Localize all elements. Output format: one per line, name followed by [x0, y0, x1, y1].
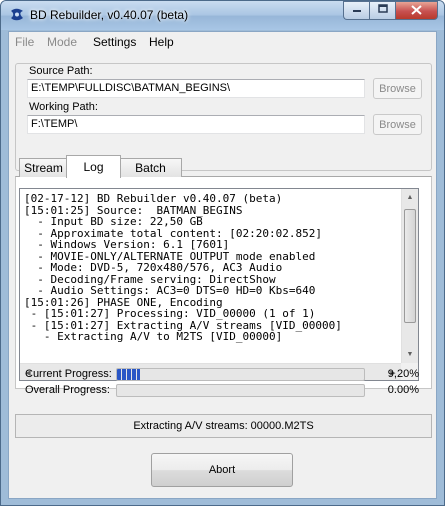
tab-log[interactable]: Log [66, 155, 121, 178]
log-line: - Audio Settings: AC3=0 DTS=0 HD=0 Kbs=6… [24, 284, 316, 297]
overall-progress-bar [116, 384, 365, 397]
window-title: BD Rebuilder, v0.40.07 (beta) [30, 8, 189, 22]
log-line: - Windows Version: 6.1 [7601] [24, 238, 230, 251]
close-button[interactable] [395, 1, 438, 20]
close-icon [411, 4, 422, 18]
working-path-label: Working Path: [29, 101, 98, 113]
status-text: Extracting A/V streams: 00000.M2TS [133, 420, 314, 432]
client-area: File Mode Settings Help Source Path: E:\… [8, 31, 437, 499]
log-line: - [15:01:27] Processing: VID_00000 (1 of… [24, 307, 316, 320]
minimize-button[interactable] [343, 1, 369, 20]
maximize-button[interactable] [369, 1, 395, 20]
app-window: BD Rebuilder, v0.40.07 (beta) File Mode … [0, 0, 445, 506]
menu-mode[interactable]: Mode [47, 35, 77, 49]
overall-progress-label: Overall Progress: [25, 384, 110, 396]
tab-batch[interactable]: Batch [119, 158, 182, 177]
menu-file[interactable]: File [15, 35, 34, 49]
working-browse-button[interactable]: Browse [373, 114, 422, 135]
title-bar[interactable]: BD Rebuilder, v0.40.07 (beta) [1, 1, 444, 30]
log-content: [02-17-12] BD Rebuilder v0.40.07 (beta)[… [24, 193, 400, 363]
menu-bar: File Mode Settings Help [9, 32, 436, 52]
tab-stream[interactable]: Stream [19, 158, 68, 177]
current-progress-bar [116, 368, 365, 381]
minimize-icon [352, 4, 362, 17]
menu-settings[interactable]: Settings [93, 35, 136, 49]
current-progress-fill [117, 369, 140, 380]
log-line: - Input BD size: 22,50 GB [24, 215, 203, 228]
abort-button[interactable]: Abort [151, 453, 293, 487]
log-line: - Extracting A/V to M2TS [VID_00000] [24, 330, 283, 343]
status-bar: Extracting A/V streams: 00000.M2TS [15, 414, 432, 438]
scroll-down-icon[interactable]: ▼ [402, 346, 418, 363]
working-path-field[interactable]: F:\TEMP\ [27, 115, 365, 134]
bd-rebuilder-logo-icon [9, 7, 25, 23]
source-browse-button[interactable]: Browse [373, 78, 422, 99]
scroll-thumb[interactable] [404, 209, 416, 323]
source-path-field[interactable]: E:\TEMP\FULLDISC\BATMAN_BEGINS\ [27, 79, 365, 98]
scroll-up-icon[interactable]: ▲ [402, 189, 418, 206]
log-line: - Mode: DVD-5, 720x480/576, AC3 Audio [24, 261, 283, 274]
current-progress-value: 9,20% [387, 368, 419, 380]
log-textarea[interactable]: [02-17-12] BD Rebuilder v0.40.07 (beta)[… [19, 188, 419, 381]
source-path-label: Source Path: [29, 65, 93, 77]
menu-help[interactable]: Help [149, 35, 174, 49]
overall-progress-value: 0.00% [387, 384, 419, 396]
log-vertical-scrollbar[interactable]: ▲ ▼ [401, 189, 418, 363]
log-line: [02-17-12] BD Rebuilder v0.40.07 (beta) [24, 193, 283, 205]
maximize-icon [377, 4, 388, 17]
current-progress-label: Current Progress: [25, 368, 112, 380]
